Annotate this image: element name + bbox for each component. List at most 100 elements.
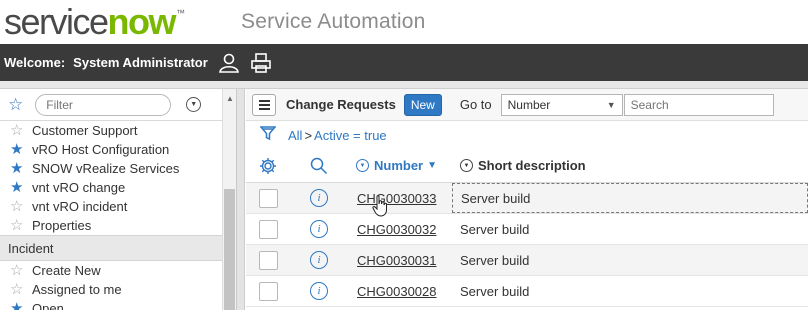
header-divider	[0, 81, 808, 89]
star-outline-icon[interactable]: ☆	[10, 282, 28, 297]
favorites-star-icon[interactable]: ☆	[8, 95, 23, 115]
hand-pointer-cursor-icon	[372, 194, 387, 217]
row-number-text[interactable]: CHG0030033	[357, 191, 437, 206]
nav-item-label: vnt vRO change	[32, 180, 126, 195]
column-header-short-description-label: Short description	[478, 158, 586, 173]
table-row[interactable]: i CHG0030028 Server build	[246, 276, 808, 307]
checkbox-box[interactable]	[258, 281, 278, 301]
column-options-icon[interactable]: ▼	[356, 159, 369, 172]
goto-label: Go to	[459, 97, 492, 112]
info-icon[interactable]: i	[310, 189, 328, 207]
list-context-menu-button[interactable]	[252, 93, 276, 116]
star-outline-icon[interactable]: ☆	[10, 263, 28, 278]
printer-icon[interactable]	[250, 52, 272, 74]
column-header-short-description[interactable]: ▼ Short description	[452, 158, 586, 173]
column-header-number[interactable]: ▼ Number ▼	[342, 158, 452, 173]
nav-filter-input[interactable]	[35, 93, 172, 116]
checkbox-box[interactable]	[258, 188, 278, 208]
column-header-row: ▼ Number ▼ ▼ Short description	[246, 149, 808, 183]
star-outline-icon[interactable]: ☆	[10, 218, 28, 233]
personalize-list-gear-icon[interactable]	[246, 157, 290, 175]
nav-item-vnt-vro-incident[interactable]: ☆ vnt vRO incident	[0, 197, 236, 216]
nav-scroll-thumb[interactable]	[224, 189, 235, 310]
logo-trademark: ™	[176, 8, 186, 18]
table-row[interactable]: i CHG0030031 Server build	[246, 245, 808, 276]
filter-funnel-icon[interactable]	[259, 125, 277, 146]
new-button[interactable]: New	[403, 93, 442, 116]
welcome-label: Welcome:	[4, 55, 66, 70]
info-icon[interactable]: i	[310, 220, 328, 238]
row-short-description[interactable]: Server build	[452, 276, 808, 306]
nav-scrollbar[interactable]: ▲	[222, 89, 236, 310]
app-root: servicenow ™ Service Automation Welcome:…	[0, 0, 808, 310]
row-preview-info-icon[interactable]: i	[290, 282, 342, 300]
nav-filter-row: ☆ ▼	[0, 89, 236, 121]
hamburger-icon-bar	[258, 107, 270, 110]
nav-item-label: Create New	[32, 263, 101, 278]
nav-item-label: Properties	[32, 218, 92, 233]
column-options-icon[interactable]: ▼	[460, 159, 473, 172]
star-filled-icon[interactable]: ★	[10, 301, 28, 310]
nav-item-vnt-vro-change[interactable]: ★ vnt vRO change	[0, 178, 236, 197]
nav-item-open[interactable]: ★ Open	[0, 299, 236, 310]
star-outline-icon[interactable]: ☆	[10, 199, 28, 214]
nav-item-assigned-to-me[interactable]: ☆ Assigned to me	[0, 280, 236, 299]
column-header-number-label: Number	[374, 158, 424, 173]
column-search-icon[interactable]	[290, 157, 342, 175]
row-checkbox[interactable]	[246, 281, 290, 301]
row-short-description[interactable]: Server build	[452, 183, 808, 213]
nav-item-customer-support[interactable]: ☆ Customer Support	[0, 121, 236, 140]
row-checkbox[interactable]	[246, 250, 290, 270]
checkbox-box[interactable]	[258, 219, 278, 239]
nav-section-incident[interactable]: Incident	[0, 235, 236, 261]
scroll-up-arrow-icon[interactable]: ▲	[226, 94, 234, 103]
row-preview-info-icon[interactable]: i	[290, 220, 342, 238]
checkbox-box[interactable]	[258, 250, 278, 270]
nav-incident-list: ☆ Create New ☆ Assigned to me ★ Open	[0, 261, 236, 310]
nav-module-list: ☆ Customer Support ★ vRO Host Configuratio…	[0, 121, 236, 235]
row-number-link[interactable]: CHG0030028	[342, 284, 452, 299]
servicenow-logo[interactable]: servicenow ™	[4, 2, 185, 42]
user-name[interactable]: System Administrator	[73, 55, 208, 70]
breadcrumb-active-filter[interactable]: Active = true	[314, 128, 387, 143]
user-icon[interactable]	[218, 52, 240, 74]
nav-item-snow-vrealize-services[interactable]: ★ SNOW vRealize Services	[0, 159, 236, 178]
list-toolbar: Change Requests New Go to Number ▼	[246, 89, 808, 121]
dropdown-caret-icon: ▼	[606, 99, 616, 110]
star-filled-icon[interactable]: ★	[10, 180, 28, 195]
list-title: Change Requests	[286, 97, 396, 112]
nav-item-label: SNOW vRealize Services	[32, 161, 180, 176]
row-preview-info-icon[interactable]: i	[290, 251, 342, 269]
table-row[interactable]: i CHG0030033 Server build	[246, 183, 808, 217]
hamburger-icon-bar	[258, 99, 270, 102]
collapse-all-icon[interactable]: ▼	[186, 97, 202, 112]
table-row[interactable]: i CHG0030032 Server build	[246, 214, 808, 245]
breadcrumb-separator: >	[304, 127, 313, 143]
goto-field-select[interactable]: Number ▼	[500, 93, 623, 116]
list-search-input[interactable]	[623, 93, 774, 116]
row-short-description[interactable]: Server build	[452, 245, 808, 275]
logo-service-text: service	[4, 1, 109, 42]
breadcrumb-all[interactable]: All	[288, 128, 302, 143]
nav-item-create-new[interactable]: ☆ Create New	[0, 261, 236, 280]
star-outline-icon[interactable]: ☆	[10, 123, 28, 138]
row-checkbox[interactable]	[246, 188, 290, 208]
row-number-link[interactable]: CHG0030032	[342, 222, 452, 237]
star-filled-icon[interactable]: ★	[10, 142, 28, 157]
row-number-link[interactable]: CHG0030031	[342, 253, 452, 268]
pane-splitter[interactable]	[237, 89, 245, 310]
row-checkbox[interactable]	[246, 219, 290, 239]
info-icon[interactable]: i	[310, 251, 328, 269]
row-short-description[interactable]: Server build	[452, 214, 808, 244]
application-navigator: ☆ ▼ ☆ Customer Support ★ vRO Host Configur…	[0, 89, 237, 310]
breadcrumb: All > Active = true	[246, 121, 808, 149]
nav-item-properties[interactable]: ☆ Properties	[0, 216, 236, 235]
info-icon[interactable]: i	[310, 282, 328, 300]
row-preview-info-icon[interactable]: i	[290, 189, 342, 207]
top-banner: servicenow ™ Service Automation	[0, 0, 808, 44]
header-bar: Welcome: System Administrator	[0, 44, 808, 81]
star-filled-icon[interactable]: ★	[10, 161, 28, 176]
row-number-link[interactable]: CHG0030033	[342, 191, 452, 217]
nav-item-label: Assigned to me	[32, 282, 122, 297]
nav-item-vro-host-configuration[interactable]: ★ vRO Host Configuration	[0, 140, 236, 159]
